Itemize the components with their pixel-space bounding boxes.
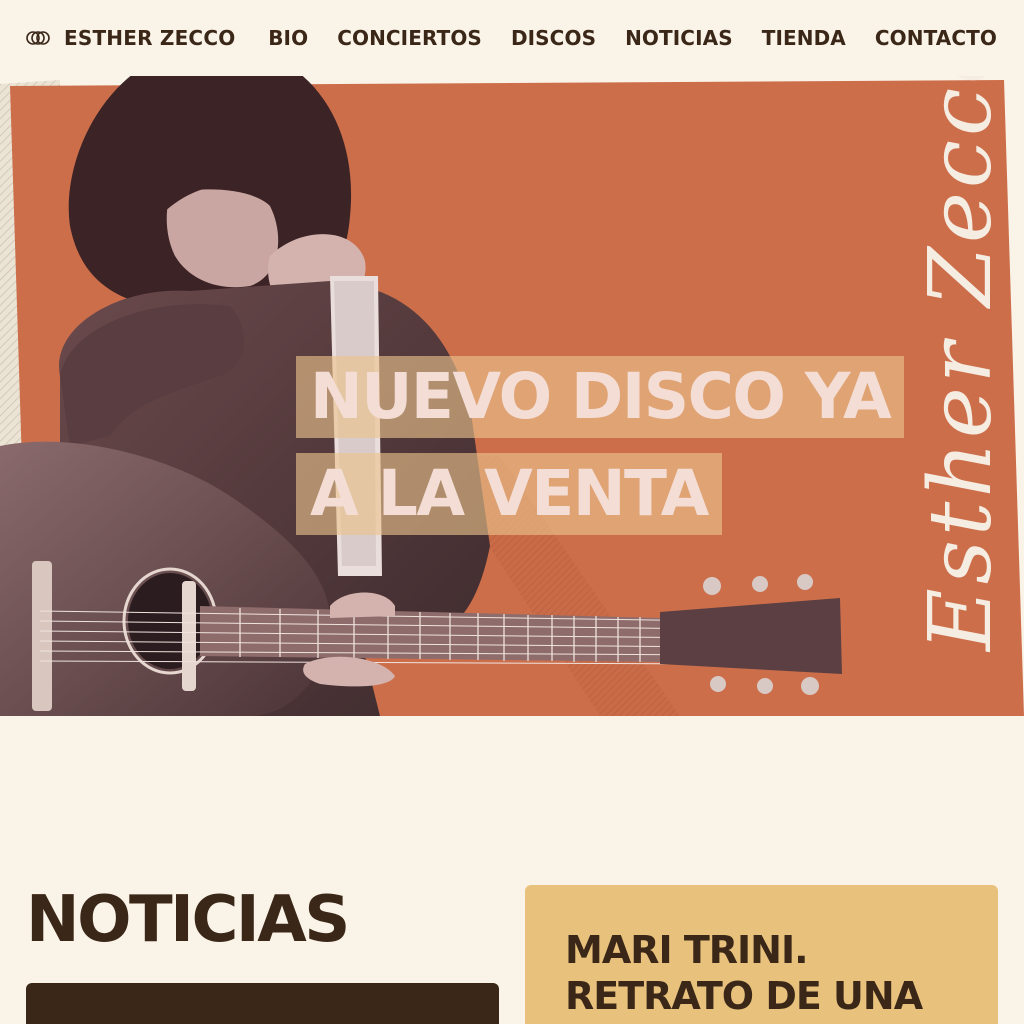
news-card-featured[interactable]: MARI TRINI. RETRATO DE UNA MUJER LIBRE	[525, 885, 998, 1024]
signature-text: Esther Zecco	[911, 76, 1011, 653]
nav-item-conciertos[interactable]: CONCIERTOS	[337, 24, 482, 52]
news-card-dark[interactable]	[26, 983, 499, 1024]
news-section-title: NOTICIAS	[26, 883, 350, 957]
hero-headline-line-1: NUEVO DISCO YA	[296, 356, 905, 438]
three-rings-icon	[26, 31, 50, 45]
nav-item-tienda[interactable]: TIENDA	[762, 24, 846, 52]
brand-name: ESTHER ZECCO	[64, 26, 236, 50]
nav-item-discos[interactable]: DISCOS	[511, 24, 596, 52]
main-nav: BIO CONCIERTOS DISCOS NOTICIAS TIENDA CO…	[268, 24, 997, 52]
nav-item-bio[interactable]: BIO	[268, 24, 308, 52]
nav-item-contacto[interactable]: CONTACTO	[875, 24, 997, 52]
news-featured-title[interactable]: MARI TRINI. RETRATO DE UNA MUJER LIBRE	[565, 927, 985, 1024]
hero-banner[interactable]: Esther Zecco NUEVO DISCO YA A LA VENTA	[0, 76, 1024, 716]
site-header: ESTHER ZECCO BIO CONCIERTOS DISCOS NOTIC…	[0, 0, 1024, 76]
hero-headline-line-2: A LA VENTA	[296, 453, 722, 535]
nav-item-noticias[interactable]: NOTICIAS	[625, 24, 733, 52]
brand-home-link[interactable]: ESTHER ZECCO	[26, 24, 235, 52]
